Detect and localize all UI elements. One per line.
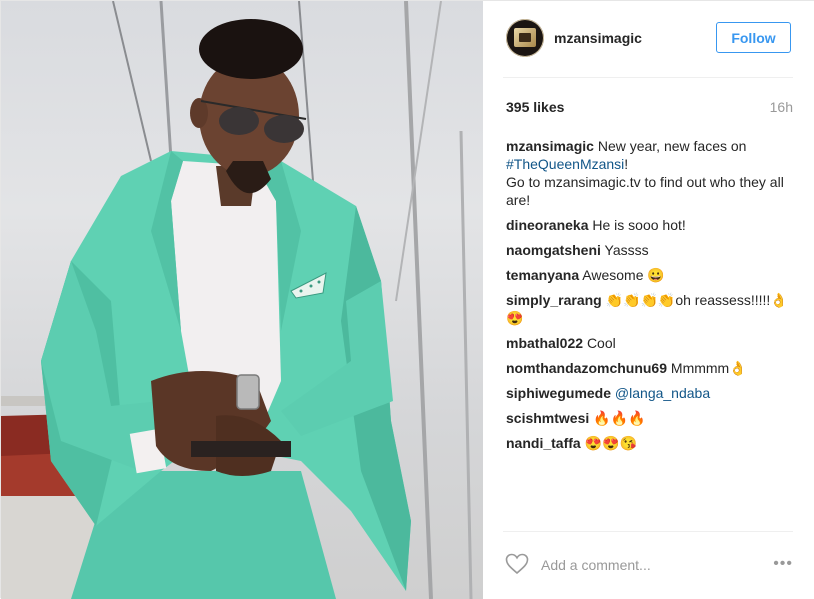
username-link[interactable]: mzansimagic	[554, 30, 642, 46]
comment-item: nandi_taffa 😍😍😘	[506, 434, 796, 452]
follow-button[interactable]: Follow	[716, 22, 791, 53]
comment-item: naomgatsheni Yassss	[506, 241, 796, 259]
avatar[interactable]	[506, 19, 544, 57]
caption: mzansimagic New year, new faces on #TheQ…	[506, 137, 796, 209]
comment-text: Mmmmm👌	[670, 360, 747, 376]
comment-username[interactable]: temanyana	[506, 267, 579, 283]
comments-list: mzansimagic New year, new faces on #TheQ…	[506, 137, 796, 459]
comment-item: siphiwegumede @langa_ndaba	[506, 384, 796, 402]
comment-item: temanyana Awesome 😀	[506, 266, 796, 284]
post-sidebar: mzansimagic Follow 395 likes 16h mzansim…	[483, 1, 814, 599]
comment-mention[interactable]: @langa_ndaba	[615, 385, 710, 401]
comment-item: mbathal022 Cool	[506, 334, 796, 352]
comment-text: Cool	[586, 335, 616, 351]
comment-text: 🔥🔥🔥	[593, 410, 646, 426]
instagram-post: mzansimagic Follow 395 likes 16h mzansim…	[0, 0, 814, 599]
add-comment-input[interactable]	[541, 557, 741, 573]
post-footer: •••	[483, 531, 814, 599]
comment-username[interactable]: mbathal022	[506, 335, 583, 351]
header-divider	[503, 77, 793, 78]
comment-username[interactable]: dineoraneka	[506, 217, 588, 233]
comment-item: dineoraneka He is sooo hot!	[506, 216, 796, 234]
caption-username[interactable]: mzansimagic	[506, 138, 594, 154]
heart-outline-icon[interactable]	[505, 553, 529, 575]
mzansi-magic-logo-icon	[514, 28, 536, 47]
caption-text: New year, new faces on	[597, 138, 747, 154]
caption-hashtag[interactable]: #TheQueenMzansi	[506, 156, 624, 172]
comment-username[interactable]: simply_rarang	[506, 292, 602, 308]
comment-username[interactable]: naomgatsheni	[506, 242, 601, 258]
comment-item: simply_rarang 👏👏👏👏oh reassess!!!!!👌😍	[506, 291, 796, 327]
caption-exclaim: !	[624, 156, 629, 172]
likes-count[interactable]: 395 likes	[506, 99, 564, 115]
comment-username[interactable]: nomthandazomchunu69	[506, 360, 667, 376]
comment-text: Awesome 😀	[582, 267, 665, 283]
comment-item: nomthandazomchunu69 Mmmmm👌	[506, 359, 796, 377]
comment-text: 😍😍😘	[584, 435, 637, 451]
comment-username[interactable]: scishmtwesi	[506, 410, 589, 426]
post-time[interactable]: 16h	[770, 99, 793, 115]
comment-text: Yassss	[604, 242, 649, 258]
comment-text: He is sooo hot!	[592, 217, 686, 233]
post-photo[interactable]	[1, 1, 483, 599]
more-options-icon[interactable]: •••	[773, 555, 793, 573]
caption-text-2: Go to mzansimagic.tv to find out who the…	[506, 174, 784, 208]
comment-username[interactable]: siphiwegumede	[506, 385, 611, 401]
comment-username[interactable]: nandi_taffa	[506, 435, 581, 451]
post-header: mzansimagic Follow	[483, 1, 814, 77]
comment-item: scishmtwesi 🔥🔥🔥	[506, 409, 796, 427]
post-image	[1, 1, 473, 599]
